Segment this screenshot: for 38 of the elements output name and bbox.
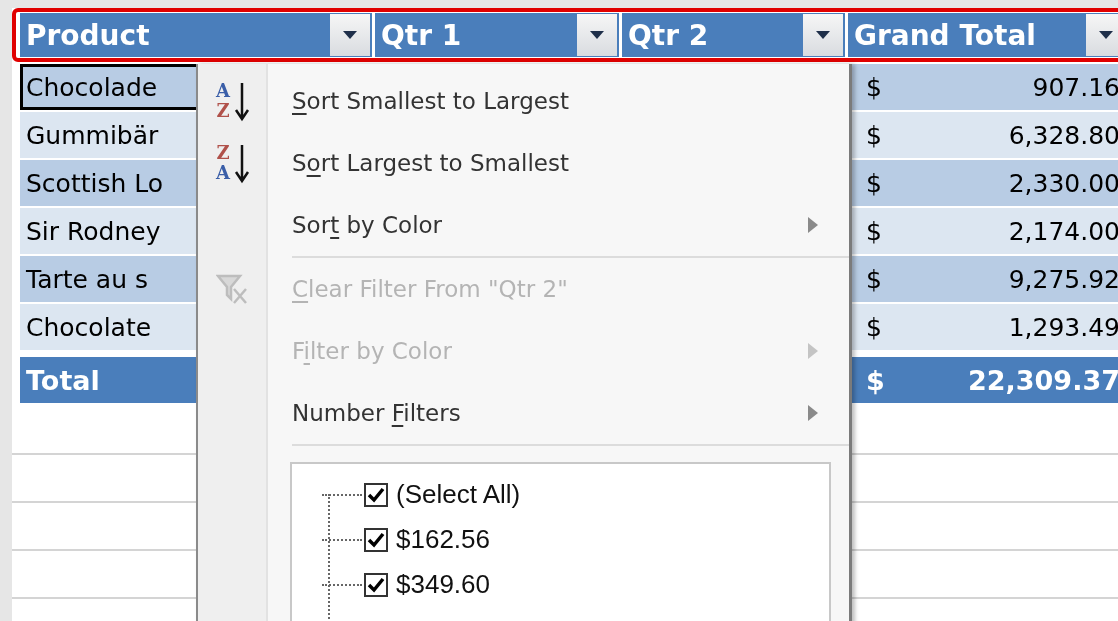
checkbox[interactable] [364,527,388,552]
caret-icon [589,30,605,40]
amount: 6,328.80 [1008,120,1118,150]
value-label: $162.56 [396,524,490,555]
amount: 2,330.00 [1008,168,1118,198]
amount: 907.16 [1032,72,1118,102]
column-header: Qtr 1 [375,13,619,57]
value-label: $349.60 [396,569,490,600]
currency-symbol: $ [866,168,882,198]
caret-icon [1098,30,1114,40]
total-label: Total [26,364,100,396]
checkbox[interactable] [364,572,388,597]
menu-item[interactable]: Number Filters [198,382,849,444]
checkbox[interactable] [364,482,388,507]
currency-symbol: $ [866,72,882,102]
filter-dropdown-button[interactable] [577,14,617,56]
amount: 22,309.37 [967,364,1118,396]
filter-dropdown-button[interactable] [330,14,370,56]
filter-dropdown-button[interactable] [803,14,843,56]
column-header: Grand Total [848,13,1118,57]
amount: 9,275.92 [1008,264,1118,294]
column-header: Product [20,13,372,57]
amount: 2,174.00 [1008,216,1118,246]
submenu-arrow-icon [807,216,819,234]
currency-symbol: $ [866,264,882,294]
amount: 1,293.49 [1008,312,1118,342]
clear-filter-icon [216,273,250,305]
column-header: Qtr 2 [622,13,845,57]
submenu-arrow-icon [807,404,819,422]
currency-symbol: $ [866,312,882,342]
currency-symbol: $ [866,364,885,396]
caret-icon [342,30,358,40]
currency-symbol: $ [866,120,882,150]
value-label: (Select All) [396,479,521,510]
caret-icon [815,30,831,40]
submenu-arrow-icon [807,342,819,360]
currency-symbol: $ [866,216,882,246]
filter-dropdown-button[interactable] [1086,14,1118,56]
